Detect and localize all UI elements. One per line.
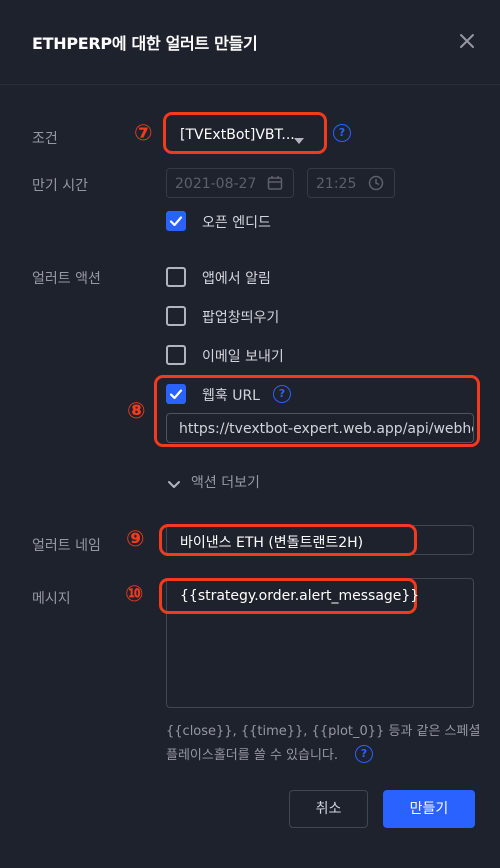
message-hint-line1: {{close}}, {{time}}, {{plot_0}} 등과 같은 스페… [166, 724, 481, 739]
webhook-url-input[interactable]: https://tvextbot-expert.web.app/api/webh… [166, 413, 474, 443]
header-divider [0, 84, 500, 85]
alert-name-label: 얼러트 네임 [32, 538, 101, 554]
expiration-time-input[interactable]: 21:25 [307, 168, 395, 198]
app-notification-label: 앱에서 알림 [202, 271, 271, 287]
popup-label: 팝업창띄우기 [202, 310, 280, 326]
condition-select[interactable]: [TVExtBot]VBT... [172, 120, 320, 148]
cancel-button[interactable]: 취소 [289, 790, 368, 828]
dialog-title: ETHPERP에 대한 얼러트 만들기 [32, 34, 258, 53]
webhook-url-value: https://tvextbot-expert.web.app/api/webh… [179, 421, 474, 437]
clock-icon [368, 175, 384, 195]
email-checkbox[interactable] [166, 345, 186, 365]
webhook-label: 웹훅 URL [202, 388, 260, 404]
open-ended-checkbox[interactable] [166, 211, 186, 231]
condition-value: [TVExtBot]VBT... [180, 127, 295, 143]
annotation-marker-9: ⑨ [126, 527, 145, 552]
message-help-icon[interactable]: ? [355, 745, 373, 763]
more-actions-toggle[interactable]: 액션 더보기 [191, 472, 260, 492]
checkmark-icon [169, 216, 183, 227]
calendar-icon [267, 175, 283, 195]
webhook-help-icon[interactable]: ? [273, 385, 291, 403]
open-ended-label: 오픈 엔디드 [202, 215, 271, 231]
app-notification-checkbox[interactable] [166, 267, 186, 287]
message-value: {{strategy.order.alert_message}} [180, 588, 420, 604]
annotation-marker-8: ⑧ [127, 399, 146, 424]
expiration-date: 2021-08-27 [175, 176, 257, 192]
message-label: 메시지 [32, 591, 71, 607]
chevron-down-icon[interactable] [167, 475, 181, 494]
annotation-marker-7: ⑦ [134, 121, 153, 146]
expiration-date-input[interactable]: 2021-08-27 [166, 168, 294, 198]
message-hint-line2: 플레이스홀더를 쓸 수 있습니다. [166, 748, 339, 763]
alert-actions-label: 얼러트 액션 [32, 271, 101, 287]
expiration-label: 만기 시간 [32, 178, 88, 194]
email-label: 이메일 보내기 [202, 349, 284, 365]
close-icon[interactable] [456, 30, 478, 52]
create-button[interactable]: 만들기 [383, 790, 475, 828]
chevron-down-icon [294, 132, 304, 148]
popup-checkbox[interactable] [166, 306, 186, 326]
expiration-time: 21:25 [316, 176, 357, 192]
condition-help-icon[interactable]: ? [333, 124, 351, 142]
webhook-checkbox[interactable] [166, 384, 186, 404]
annotation-marker-10: ⑩ [125, 582, 144, 607]
checkmark-icon [169, 389, 183, 400]
alert-name-value: 바이낸스 ETH (변돌트랜트2H) [180, 535, 364, 551]
condition-label: 조건 [32, 131, 58, 147]
